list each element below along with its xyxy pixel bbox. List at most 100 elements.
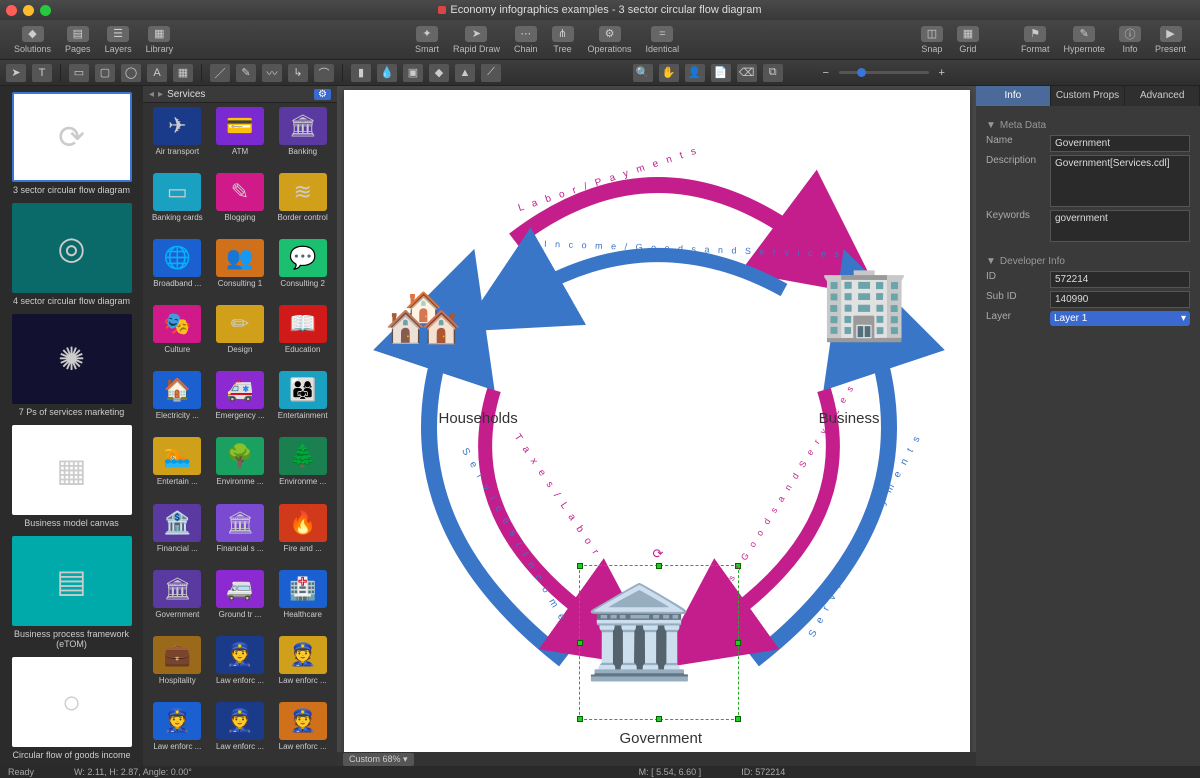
thumb-business-model-canvas[interactable]: ▦Business model canvas (12, 425, 132, 528)
lib-item-broadband-[interactable]: 🌐Broadband ... (147, 237, 208, 301)
page-thumbnails-panel[interactable]: ⟳3 sector circular flow diagram◎4 sector… (0, 86, 143, 766)
hand-tool[interactable]: ✋ (659, 64, 679, 82)
desc-field[interactable]: Government[Services.cdl] (1050, 155, 1190, 207)
layer-select[interactable]: Layer 1 (1050, 311, 1190, 326)
lib-item-electricity-[interactable]: 🏠Electricity ... (147, 369, 208, 433)
tb-smart[interactable]: ✦Smart (409, 24, 445, 56)
erase-tool[interactable]: ⌫ (737, 64, 757, 82)
lib-item-law-enforc-[interactable]: 👮Law enforc ... (272, 634, 333, 698)
dev-section-header[interactable]: ▼ Developer Info (986, 256, 1190, 267)
fill-tool[interactable]: ▮ (351, 64, 371, 82)
tb-grid[interactable]: ▦Grid (951, 24, 985, 56)
shape-tool[interactable]: ▲ (455, 64, 475, 82)
zoom-in-btn[interactable]: 🔍 (633, 64, 653, 82)
tb-rapid-draw[interactable]: ➤Rapid Draw (447, 24, 506, 56)
crop-tool[interactable]: ⧉ (763, 64, 783, 82)
tb-format[interactable]: ⚑Format (1015, 24, 1056, 56)
rect-tool[interactable]: ▭ (69, 64, 89, 82)
business-node[interactable]: 🏢 (820, 260, 910, 345)
eyedrop-tool[interactable]: 💧 (377, 64, 397, 82)
tb-identical[interactable]: =Identical (640, 24, 686, 56)
lib-item-education[interactable]: 📖Education (272, 303, 333, 367)
subid-field[interactable]: 140990 (1050, 291, 1190, 308)
lib-item-entertainment[interactable]: 👨‍👩‍👧Entertainment (272, 369, 333, 433)
lib-item-government[interactable]: 🏛Government (147, 568, 208, 632)
thumb-7-ps-of-services-marketing[interactable]: ✺7 Ps of services marketing (12, 314, 132, 417)
node-tool[interactable]: ◆ (429, 64, 449, 82)
lib-item-border-control[interactable]: ≋Border control (272, 171, 333, 235)
lib-item-air-transport[interactable]: ✈Air transport (147, 105, 208, 169)
name-field[interactable]: Government (1050, 135, 1190, 152)
id-field[interactable]: 572214 (1050, 271, 1190, 288)
connector-tool[interactable]: ↳ (288, 64, 308, 82)
thumb-circular-flow-of-goods-income[interactable]: ○Circular flow of goods income (12, 657, 132, 760)
lib-item-emergency-[interactable]: 🚑Emergency ... (210, 369, 271, 433)
path-tool[interactable]: ⟋ (481, 64, 501, 82)
pen-tool[interactable]: ✎ (236, 64, 256, 82)
lib-item-consulting-1[interactable]: 👥Consulting 1 (210, 237, 271, 301)
tb-tree[interactable]: ⋔Tree (546, 24, 580, 56)
lib-item-law-enforc-[interactable]: 👮Law enforc ... (210, 634, 271, 698)
table-tool[interactable]: ▦ (173, 64, 193, 82)
tab-custom-props[interactable]: Custom Props (1051, 86, 1126, 106)
lib-item-financial-s-[interactable]: 🏛Financial s ... (210, 502, 271, 566)
rounded-rect-tool[interactable]: ▢ (95, 64, 115, 82)
person-tool[interactable]: 👤 (685, 64, 705, 82)
library-header[interactable]: ◂ ▸ Services ⚙ (143, 86, 337, 103)
tb-solutions[interactable]: ◆Solutions (8, 24, 57, 56)
lib-item-entertain-[interactable]: 🏊Entertain ... (147, 435, 208, 499)
library-menu-icon[interactable]: ⚙ (314, 89, 331, 100)
tb-snap[interactable]: ◫Snap (915, 24, 949, 56)
lib-item-healthcare[interactable]: 🏥Healthcare (272, 568, 333, 632)
lib-item-fire-and-[interactable]: 🔥Fire and ... (272, 502, 333, 566)
tab-info[interactable]: Info (976, 86, 1051, 106)
canvas[interactable]: 🏘️ 🏢 🏛️ ⟳ Households Business Government… (344, 90, 970, 752)
tb-library[interactable]: ▦Library (140, 24, 180, 56)
lib-item-law-enforc-[interactable]: 👮Law enforc ... (147, 700, 208, 764)
ellipse-tool[interactable]: ◯ (121, 64, 141, 82)
lib-item-environme-[interactable]: 🌲Environme ... (272, 435, 333, 499)
tb-info[interactable]: ⓘInfo (1113, 24, 1147, 56)
meta-section-header[interactable]: ▼ Meta Data (986, 120, 1190, 131)
select-tool[interactable]: ▣ (403, 64, 423, 82)
lib-item-financial-[interactable]: 🏦Financial ... (147, 502, 208, 566)
chevron-left-icon[interactable]: ◂ (149, 89, 154, 100)
lib-item-law-enforc-[interactable]: 👮Law enforc ... (272, 700, 333, 764)
zoom-slider[interactable] (839, 71, 929, 74)
lib-item-ground-tr-[interactable]: 🚐Ground tr ... (210, 568, 271, 632)
curve-tool[interactable]: 〰 (262, 64, 282, 82)
zoom-minus-btn[interactable]: − (819, 64, 833, 82)
lib-item-consulting-2[interactable]: 💬Consulting 2 (272, 237, 333, 301)
tb-pages[interactable]: ▤Pages (59, 24, 97, 56)
lib-item-law-enforc-[interactable]: 👮Law enforc ... (210, 700, 271, 764)
canvas-scroll[interactable]: 🏘️ 🏢 🏛️ ⟳ Households Business Government… (337, 86, 976, 752)
lib-item-banking-cards[interactable]: ▭Banking cards (147, 171, 208, 235)
chevron-right-icon[interactable]: ▸ (158, 89, 163, 100)
zoom-plus-btn[interactable]: + (935, 64, 949, 82)
line-tool[interactable]: ／ (210, 64, 230, 82)
lib-item-culture[interactable]: 🎭Culture (147, 303, 208, 367)
lib-item-design[interactable]: ✏Design (210, 303, 271, 367)
thumb-4-sector-circular-flow-diagram[interactable]: ◎4 sector circular flow diagram (12, 203, 132, 306)
tb-layers[interactable]: ☰Layers (99, 24, 138, 56)
tb-hypernote[interactable]: ✎Hypernote (1057, 24, 1111, 56)
households-node[interactable]: 🏘️ (384, 280, 464, 355)
text-box-tool[interactable]: A (147, 64, 167, 82)
tb-chain[interactable]: ⋯Chain (508, 24, 544, 56)
text-tool[interactable]: T (32, 64, 52, 82)
tb-operations[interactable]: ⚙Operations (582, 24, 638, 56)
tab-advanced[interactable]: Advanced (1125, 86, 1200, 106)
lib-item-environme-[interactable]: 🌳Environme ... (210, 435, 271, 499)
pointer-tool[interactable]: ➤ (6, 64, 26, 82)
lib-item-blogging[interactable]: ✎Blogging (210, 171, 271, 235)
arc-tool[interactable]: ⌒ (314, 64, 334, 82)
lib-item-banking[interactable]: 🏛Banking (272, 105, 333, 169)
thumb-business-process-framework-etom-[interactable]: ▤Business process framework (eTOM) (12, 536, 132, 649)
zoom-dropdown[interactable]: Custom 68% ▾ (343, 753, 414, 766)
rotate-handle[interactable]: ⟳ (653, 546, 664, 562)
keywords-field[interactable]: government (1050, 210, 1190, 242)
tb-present[interactable]: ▶Present (1149, 24, 1192, 56)
thumb-3-sector-circular-flow-diagram[interactable]: ⟳3 sector circular flow diagram (12, 92, 132, 195)
lib-item-atm[interactable]: 💳ATM (210, 105, 271, 169)
doc-tool[interactable]: 📄 (711, 64, 731, 82)
